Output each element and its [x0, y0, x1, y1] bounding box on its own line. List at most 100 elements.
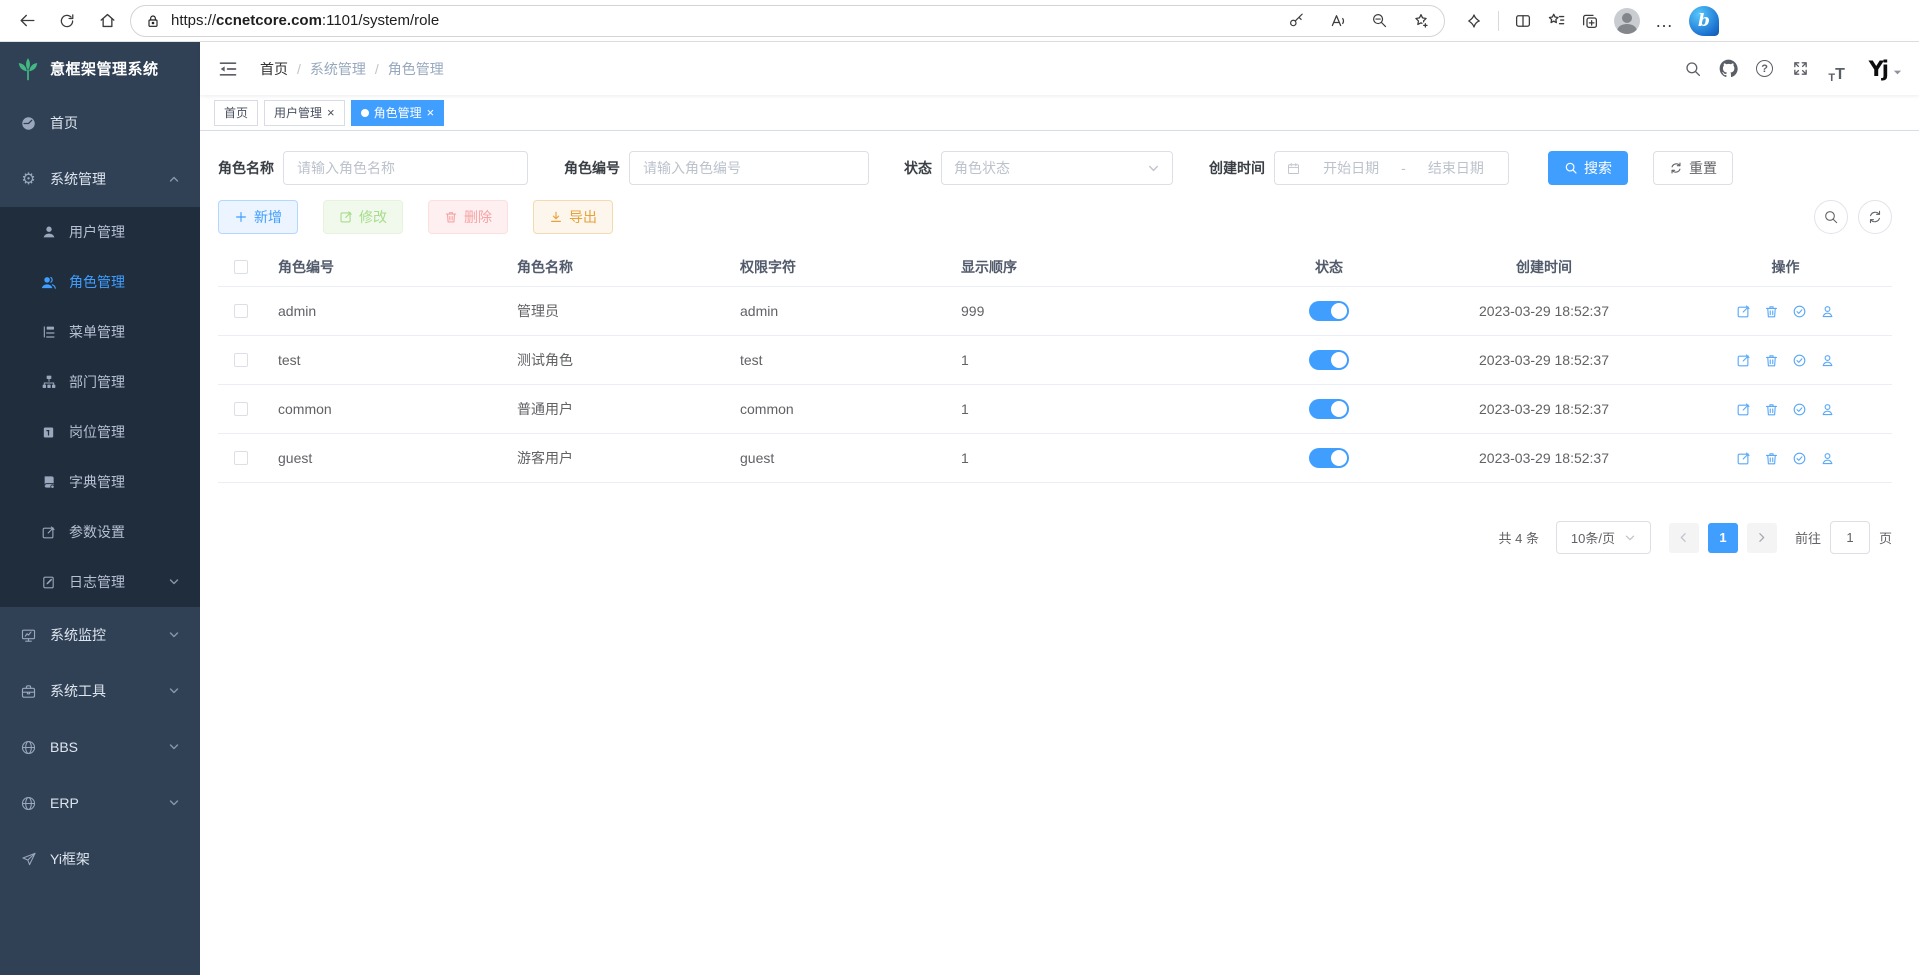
header-search-button[interactable] [1679, 54, 1707, 84]
tab-home[interactable]: 首页 [214, 100, 258, 126]
row-data-scope-icon[interactable] [1792, 353, 1807, 368]
row-assign-user-icon[interactable] [1820, 353, 1835, 368]
row-assign-user-icon[interactable] [1820, 304, 1835, 319]
tab-user-manage[interactable]: 用户管理× [264, 100, 345, 126]
tab-role-manage[interactable]: 角色管理× [351, 100, 445, 126]
user-avatar-menu[interactable]: Yj [1869, 57, 1903, 81]
password-key-icon[interactable] [1288, 12, 1305, 29]
github-icon [1719, 59, 1738, 78]
address-bar[interactable]: https://ccnetcore.com:1101/system/role [130, 5, 1445, 37]
sidebar-item-system-tools[interactable]: 系统工具 [0, 663, 200, 719]
collections-icon[interactable] [1581, 12, 1599, 30]
sidebar-item-erp[interactable]: ERP [0, 775, 200, 831]
start-date-placeholder: 开始日期 [1310, 158, 1392, 178]
export-button[interactable]: 导出 [533, 200, 613, 234]
sidebar-item-param-settings[interactable]: 参数设置 [0, 507, 200, 557]
row-edit-icon[interactable] [1736, 451, 1751, 466]
sidebar-item-yi-framework[interactable]: Yi框架 [0, 831, 200, 887]
profile-avatar[interactable] [1614, 8, 1640, 34]
browser-essentials-icon[interactable] [1465, 12, 1483, 30]
chevron-down-icon [168, 685, 180, 697]
split-screen-icon[interactable] [1514, 12, 1532, 30]
edit-button[interactable]: 修改 [323, 200, 403, 234]
row-edit-icon[interactable] [1736, 402, 1751, 417]
search-icon [1823, 209, 1839, 225]
status-toggle[interactable] [1309, 399, 1349, 419]
table-search-toggle-button[interactable] [1814, 200, 1848, 234]
sidebar-item-menu-manage[interactable]: 菜单管理 [0, 307, 200, 357]
sidebar-item-user-manage[interactable]: 用户管理 [0, 207, 200, 257]
sidebar-item-role-manage[interactable]: 角色管理 [0, 257, 200, 307]
row-checkbox[interactable] [234, 353, 248, 367]
row-delete-icon[interactable] [1764, 304, 1779, 319]
favorite-add-icon[interactable] [1412, 12, 1430, 30]
status-select[interactable]: 角色状态 [941, 151, 1173, 185]
next-page-button[interactable] [1747, 523, 1777, 553]
toolbox-icon [20, 683, 37, 700]
cell-created: 2023-03-29 18:52:37 [1409, 303, 1679, 319]
add-button[interactable]: 新增 [218, 200, 298, 234]
role-name-input[interactable] [283, 151, 528, 185]
sidebar-item-dict-manage[interactable]: 字典管理 [0, 457, 200, 507]
select-all-checkbox[interactable] [234, 260, 248, 274]
fullscreen-button[interactable] [1787, 54, 1815, 84]
sidebar-item-system-monitor[interactable]: 系统监控 [0, 607, 200, 663]
zoom-out-icon[interactable] [1371, 12, 1388, 29]
goto-page-input[interactable] [1830, 521, 1870, 554]
font-size-button[interactable]: TT [1823, 54, 1851, 84]
sidebar-toggle-button[interactable] [214, 54, 242, 84]
browser-home-button[interactable] [90, 4, 124, 38]
row-assign-user-icon[interactable] [1820, 402, 1835, 417]
role-code-input[interactable] [629, 151, 869, 185]
browser-refresh-button[interactable] [50, 4, 84, 38]
page-number-current[interactable]: 1 [1708, 523, 1738, 553]
github-link-button[interactable] [1715, 54, 1743, 84]
row-edit-icon[interactable] [1736, 353, 1751, 368]
row-delete-icon[interactable] [1764, 451, 1779, 466]
row-data-scope-icon[interactable] [1792, 304, 1807, 319]
row-data-scope-icon[interactable] [1792, 402, 1807, 417]
read-aloud-icon[interactable] [1329, 12, 1347, 30]
sidebar-item-label: 系统管理 [50, 169, 106, 189]
favorites-icon[interactable] [1547, 11, 1566, 30]
cell-created: 2023-03-29 18:52:37 [1409, 401, 1679, 417]
sidebar-item-label: 部门管理 [69, 372, 125, 392]
search-button[interactable]: 搜索 [1548, 151, 1628, 185]
table-refresh-button[interactable] [1858, 200, 1892, 234]
sidebar-item-log-manage[interactable]: 日志管理 [0, 557, 200, 607]
prev-page-button[interactable] [1669, 523, 1699, 553]
date-range-picker[interactable]: 开始日期 - 结束日期 [1274, 151, 1509, 185]
breadcrumb-item[interactable]: 首页 [260, 59, 288, 79]
sidebar-item-system-manage[interactable]: ⚙ 系统管理 [0, 151, 200, 207]
browser-back-button[interactable] [10, 4, 44, 38]
row-edit-icon[interactable] [1736, 304, 1751, 319]
breadcrumb-item[interactable]: 系统管理 [310, 59, 366, 79]
row-assign-user-icon[interactable] [1820, 451, 1835, 466]
row-checkbox[interactable] [234, 451, 248, 465]
search-icon [1684, 60, 1702, 78]
row-checkbox[interactable] [234, 304, 248, 318]
status-toggle[interactable] [1309, 301, 1349, 321]
chevron-up-icon [168, 173, 180, 185]
close-icon[interactable]: × [327, 106, 335, 119]
row-checkbox[interactable] [234, 402, 248, 416]
more-menu-icon[interactable]: … [1655, 16, 1674, 26]
back-arrow-icon [18, 11, 37, 30]
tags-view: 首页 用户管理× 角色管理× [200, 95, 1919, 131]
sidebar-item-home[interactable]: 首页 [0, 95, 200, 151]
breadcrumb-separator: / [297, 61, 301, 77]
row-data-scope-icon[interactable] [1792, 451, 1807, 466]
close-icon[interactable]: × [427, 106, 435, 119]
reset-button[interactable]: 重置 [1653, 151, 1733, 185]
status-toggle[interactable] [1309, 350, 1349, 370]
sidebar-item-dept-manage[interactable]: 部门管理 [0, 357, 200, 407]
row-delete-icon[interactable] [1764, 353, 1779, 368]
sidebar-item-post-manage[interactable]: 岗位管理 [0, 407, 200, 457]
help-button[interactable]: ? [1751, 54, 1779, 84]
copilot-icon[interactable]: b [1689, 6, 1719, 36]
row-delete-icon[interactable] [1764, 402, 1779, 417]
status-toggle[interactable] [1309, 448, 1349, 468]
page-size-select[interactable]: 10条/页 [1556, 521, 1651, 554]
delete-button[interactable]: 删除 [428, 200, 508, 234]
sidebar-item-bbs[interactable]: BBS [0, 719, 200, 775]
